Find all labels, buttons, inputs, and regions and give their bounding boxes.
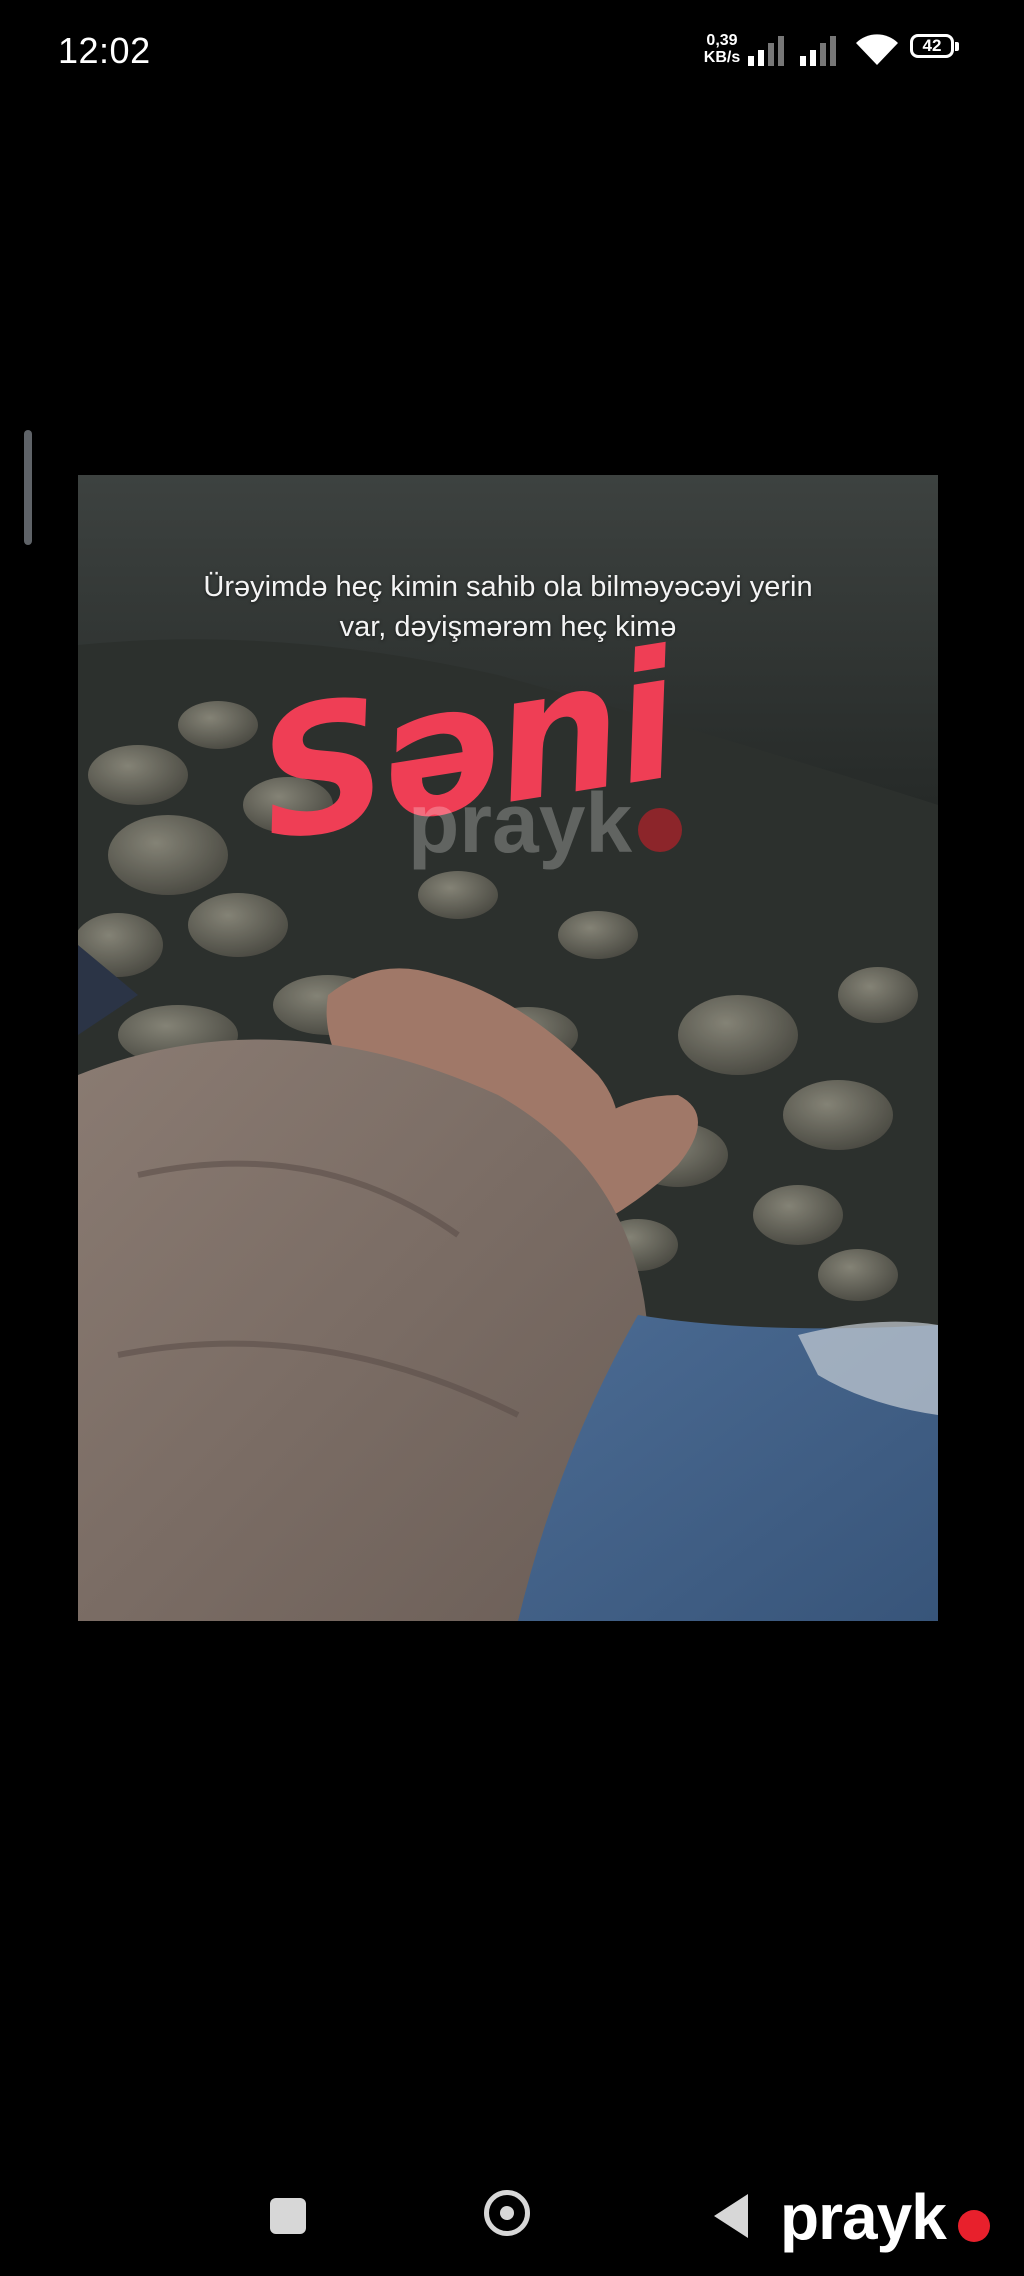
battery-icon: 42 (910, 34, 960, 62)
clock: 12:02 (58, 30, 151, 71)
home-dot-icon (500, 2206, 514, 2220)
home-button[interactable] (484, 2190, 530, 2236)
photo-caption: Ürəyimdə heç kimin sahib ola bilməyəcəyi… (78, 567, 938, 647)
brand-dot-icon (958, 2210, 990, 2242)
back-button[interactable] (714, 2194, 748, 2238)
wifi-icon (856, 34, 898, 65)
battery-level: 42 (922, 36, 942, 55)
photo[interactable]: Ürəyimdə heç kimin sahib ola bilməyəcəyi… (78, 475, 938, 1621)
network-speed-unit: KB/s (703, 49, 741, 66)
network-speed: 0,39 KB/s (700, 32, 744, 66)
signal-icon (748, 36, 784, 66)
recent-apps-button[interactable] (270, 2198, 306, 2234)
center-watermark-text: prayk (408, 776, 633, 870)
navigation-bar: prayk (0, 2160, 1024, 2276)
watermark-dot-icon (638, 807, 683, 852)
caption-line-1: Ürəyimdə heç kimin sahib ola bilməyəcəyi… (203, 571, 813, 603)
center-watermark: prayk (408, 775, 683, 872)
network-speed-value: 0,39 (706, 32, 738, 49)
signal-icon (800, 36, 836, 66)
scroll-indicator[interactable] (24, 430, 32, 545)
brand-watermark: prayk (780, 2181, 947, 2253)
status-bar: 12:02 0,39 KB/s 42 (0, 0, 1024, 104)
